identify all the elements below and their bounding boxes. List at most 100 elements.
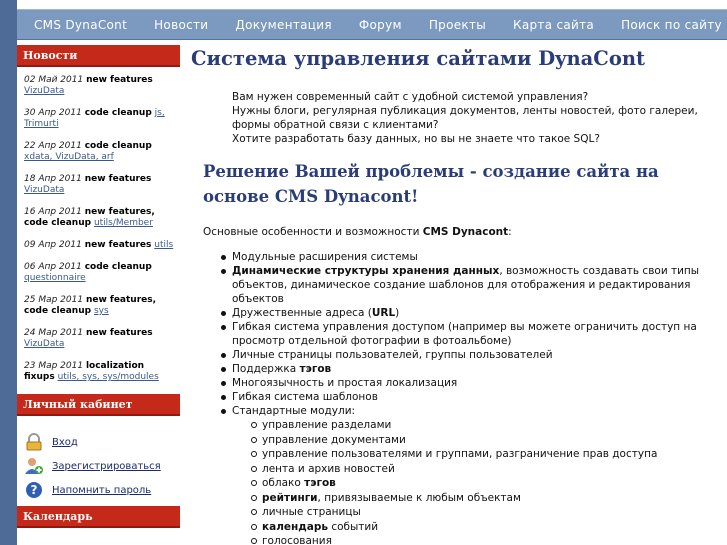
news-tags[interactable]: VizuData — [24, 339, 64, 349]
svg-text:?: ? — [31, 483, 38, 497]
feature-text: облако — [262, 477, 305, 489]
remind-row[interactable]: ? Напомнить пароль — [24, 478, 180, 502]
news-title[interactable]: new features — [85, 174, 152, 184]
feature-text: Личные страницы пользователей, группы по… — [232, 349, 553, 361]
sidebar: Новости 02 Май 2011 new features VizuDat… — [17, 45, 180, 545]
feature-text: ) — [395, 307, 400, 319]
news-title[interactable]: code cleanup — [85, 108, 152, 118]
news-item: 24 Мар 2011 new features VizuData — [24, 328, 174, 350]
feature-bold: тэгов — [304, 477, 336, 489]
register-link[interactable]: Зарегистрироваться — [52, 461, 161, 472]
feature-bold: календарь — [262, 520, 328, 533]
add-user-icon — [24, 457, 44, 475]
nav-item-1[interactable]: Новости — [154, 18, 208, 32]
feature-text: Поддержка — [232, 363, 300, 375]
feature-text: Стандартные модули: — [232, 405, 356, 417]
intro-line: формы обратной связи с клиентами? — [232, 119, 439, 131]
feature-bold: Динамические структуры хранения данных — [232, 265, 500, 277]
feature-text: Гибкая система управления доступом (напр… — [232, 321, 697, 347]
nav-item-0[interactable]: CMS DynaCont — [34, 18, 127, 32]
news-item: 25 Мар 2011 new features, code cleanup s… — [24, 295, 174, 317]
nav-item-2[interactable]: Документация — [235, 18, 331, 32]
features-suffix: : — [508, 226, 512, 238]
module-item: личные страницы — [251, 505, 727, 520]
news-item: 23 Мар 2011 localization fixups utils, s… — [24, 361, 174, 383]
features-brand: CMS Dynacont — [422, 226, 509, 238]
news-item: 09 Апр 2011 new features utils — [24, 240, 174, 251]
feature-text: управление разделами — [262, 419, 392, 431]
remind-password-link[interactable]: Напомнить пароль — [52, 485, 151, 496]
news-title[interactable]: code cleanup — [85, 141, 152, 151]
news-date: 06 Апр 2011 — [24, 262, 82, 272]
feature-text: Гибкая система шаблонов — [232, 391, 378, 403]
news-tags[interactable]: sys — [94, 306, 109, 316]
login-link[interactable]: Вход — [52, 437, 78, 448]
news-tags[interactable]: utils, sys, sys/modules — [58, 372, 159, 382]
news-title[interactable]: new features — [85, 240, 152, 250]
feature-text: событий — [328, 520, 379, 533]
account-panel: Вход Зарегистрироваться ? Напомнить паро… — [17, 416, 180, 506]
module-item: управление пользователями и группами, ра… — [251, 447, 727, 462]
news-tags[interactable]: VizuData — [24, 185, 64, 195]
feature-item: Гибкая система управления доступом (напр… — [221, 320, 727, 348]
news-date: 09 Апр 2011 — [24, 240, 82, 250]
news-tags[interactable]: VizuData — [24, 86, 64, 96]
feature-text: , привязываемые к любым объектам — [317, 491, 521, 504]
news-item: 22 Апр 2011 code cleanup xdata, VizuData… — [24, 141, 174, 163]
news-date: 02 Май 2011 — [24, 75, 84, 85]
feature-text: голосования — [262, 535, 332, 545]
feature-text: управление пользователями и группами, ра… — [262, 448, 658, 460]
nav-item-3[interactable]: Форум — [359, 18, 402, 32]
news-date: 18 Апр 2011 — [24, 174, 82, 184]
news-title[interactable]: new features — [86, 328, 153, 338]
feature-text: Модульные расширения системы — [232, 251, 418, 263]
news-title[interactable]: new features — [86, 75, 153, 85]
news-date: 24 Мар 2011 — [24, 328, 84, 338]
nav-item-5[interactable]: Карта сайта — [513, 18, 594, 32]
news-item: 02 Май 2011 new features VizuData — [24, 75, 174, 97]
calendar-header: Календарь — [17, 506, 180, 528]
module-item: управление разделами — [251, 418, 727, 433]
intro-text: Вам нужен современный сайт с удобной сис… — [232, 90, 727, 146]
top-navigation: CMS DynaCont Новости Документация Форум Прое… — [17, 9, 727, 40]
news-date: 23 Мар 2011 — [24, 361, 84, 371]
feature-item: Гибкая система шаблонов — [221, 390, 727, 404]
news-item: 18 Апр 2011 new features VizuData — [24, 174, 174, 196]
news-tags[interactable]: questionnaire — [24, 273, 86, 283]
register-row[interactable]: Зарегистрироваться — [24, 454, 180, 478]
news-title[interactable]: code cleanup — [85, 262, 152, 272]
feature-bold: URL — [371, 307, 396, 319]
news-tags[interactable]: xdata, VizuData, arf — [24, 152, 114, 162]
account-header: Личный кабинет — [17, 394, 180, 416]
news-header: Новости — [17, 45, 180, 67]
feature-item: Поддержка тэгов — [221, 362, 727, 376]
login-row[interactable]: Вход — [24, 430, 180, 454]
main-content: Система управления сайтами DynaCont Вам … — [191, 44, 727, 545]
news-date: 25 Мар 2011 — [24, 295, 84, 305]
news-date: 16 Апр 2011 — [24, 207, 82, 217]
help-icon: ? — [24, 481, 44, 499]
intro-line: Нужны блоги, регулярная публикация докум… — [232, 105, 698, 117]
module-item: управление документами — [251, 433, 727, 448]
intro-line: Хотите разработать базу данных, но вы не… — [232, 133, 600, 145]
feature-item: Стандартные модули: управление разделами у… — [221, 404, 727, 545]
feature-text: личные страницы — [262, 506, 361, 518]
feature-text: Многоязычность и простая локализация — [232, 377, 458, 389]
problem-title: Решение Вашей проблемы - создание сайта … — [203, 162, 659, 206]
feature-item: Модульные расширения системы — [221, 250, 727, 264]
nav-item-4[interactable]: Проекты — [429, 18, 486, 32]
feature-item: Многоязычность и простая локализация — [221, 376, 727, 390]
news-list: 02 Май 2011 new features VizuData 30 Апр … — [17, 67, 180, 383]
feature-text: управление документами — [262, 433, 406, 446]
module-item: рейтинги, привязываемые к любым объектам — [251, 491, 727, 506]
news-item: 06 Апр 2011 code cleanup questionnaire — [24, 262, 174, 284]
features-intro: Основные особенности и возможности CMS D… — [203, 226, 727, 238]
features-list: Модульные расширения системы Динамические… — [221, 250, 727, 545]
nav-item-6[interactable]: Поиск по сайту — [621, 18, 722, 32]
module-item: голосования — [251, 534, 727, 545]
feature-bold: рейтинги — [262, 491, 318, 504]
news-tags[interactable]: utils — [154, 240, 173, 250]
feature-item: Динамические структуры хранения данных, … — [221, 264, 727, 306]
feature-text: Дружественные адреса ( — [232, 307, 372, 319]
news-tags[interactable]: utils/Member — [94, 218, 153, 228]
